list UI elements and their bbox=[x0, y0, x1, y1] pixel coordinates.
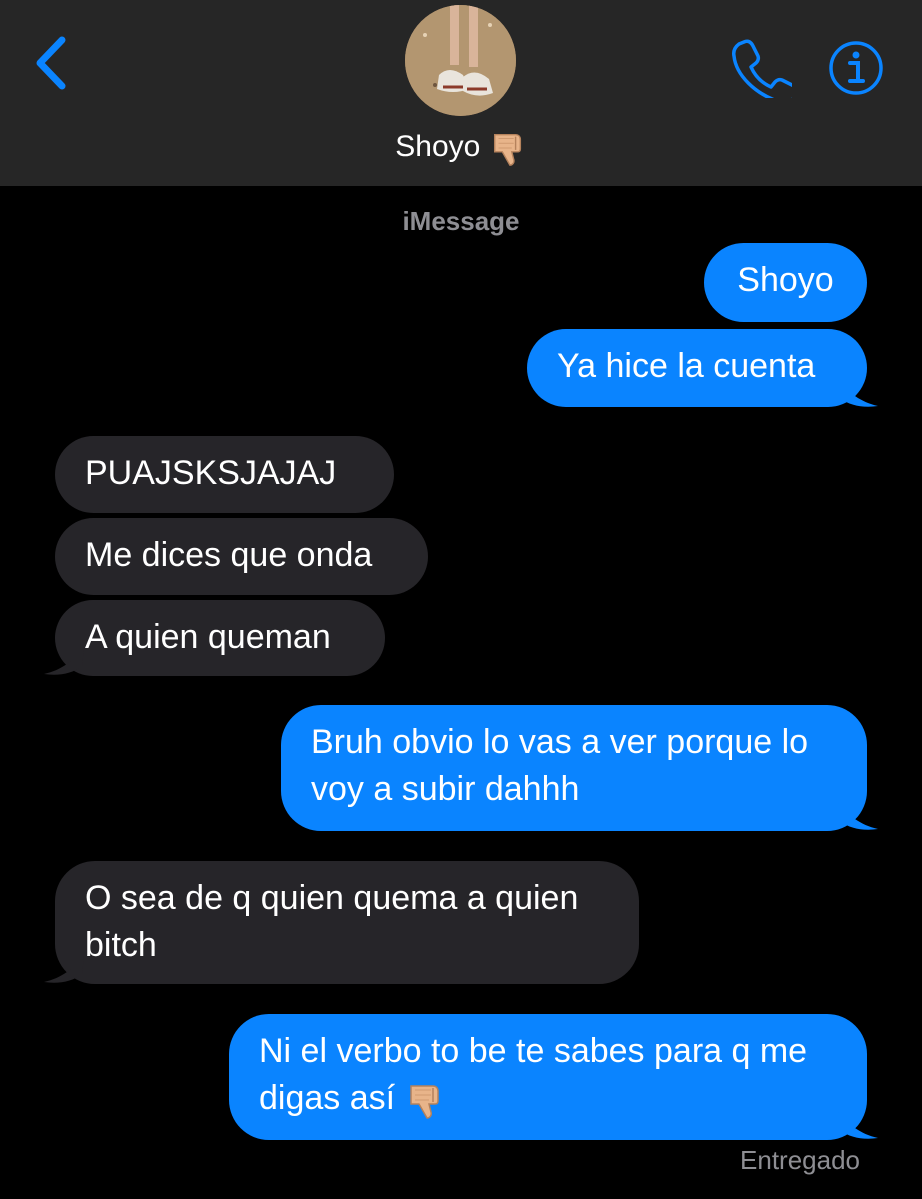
phone-icon bbox=[732, 39, 799, 105]
call-button[interactable] bbox=[730, 36, 799, 105]
info-button[interactable] bbox=[828, 40, 884, 96]
message-bubble-outgoing[interactable]: Bruh obvio lo vas a ver porque lo voy a … bbox=[281, 705, 867, 831]
message-text-line: O sea de q quien quema a quien bbox=[85, 879, 579, 917]
conversation-header: Shoyo bbox=[0, 0, 922, 186]
avatar-photo bbox=[405, 5, 516, 116]
message-bubble-outgoing[interactable]: Ni el verbo to be te sabes para q me dig… bbox=[229, 1014, 867, 1140]
bubble-tail bbox=[838, 803, 878, 830]
bubble-tail bbox=[838, 380, 878, 407]
delivery-status: Entregado bbox=[740, 1145, 860, 1175]
bubble-tail bbox=[44, 648, 84, 675]
contact-avatar[interactable] bbox=[405, 5, 516, 116]
message-bubble-incoming[interactable]: Me dices que onda bbox=[55, 518, 428, 595]
message-text: Ya hice la cuenta bbox=[557, 347, 816, 385]
message-bubble-outgoing[interactable]: Shoyo bbox=[704, 243, 867, 322]
message-text-line: Ni el verbo to be te sabes para q me bbox=[259, 1032, 808, 1070]
bubble-tail bbox=[44, 956, 84, 983]
message-text: Shoyo bbox=[737, 261, 834, 299]
service-label: iMessage bbox=[402, 206, 520, 236]
message-text: A quien queman bbox=[85, 618, 331, 656]
thumbs-down-emoji-icon bbox=[405, 1080, 445, 1120]
back-button[interactable] bbox=[28, 30, 80, 96]
message-bubble-outgoing[interactable]: Ya hice la cuenta bbox=[527, 329, 867, 407]
message-text: PUAJSKSJAJAJ bbox=[85, 454, 337, 492]
message-bubble-incoming[interactable]: O sea de q quien quema a quien bitch bbox=[55, 861, 639, 984]
message-text: digas así bbox=[259, 1079, 396, 1117]
contact-name-text: Shoyo bbox=[395, 130, 481, 163]
contact-name[interactable]: Shoyo bbox=[0, 126, 922, 168]
message-text-line: Bruh obvio lo vas a ver porque lo bbox=[311, 723, 809, 761]
info-icon bbox=[829, 41, 883, 95]
bubble-tail bbox=[838, 1112, 878, 1139]
chevron-left-icon bbox=[36, 36, 66, 90]
message-text-line: digas así bbox=[259, 1075, 837, 1122]
message-bubble-incoming[interactable]: PUAJSKSJAJAJ bbox=[55, 436, 394, 513]
message-text: Me dices que onda bbox=[85, 536, 373, 574]
message-text-line: voy a subir dahhh bbox=[311, 770, 580, 808]
message-bubble-incoming[interactable]: A quien queman bbox=[55, 600, 385, 676]
thumbs-down-emoji-icon bbox=[489, 129, 527, 167]
message-text-line: bitch bbox=[85, 926, 157, 964]
